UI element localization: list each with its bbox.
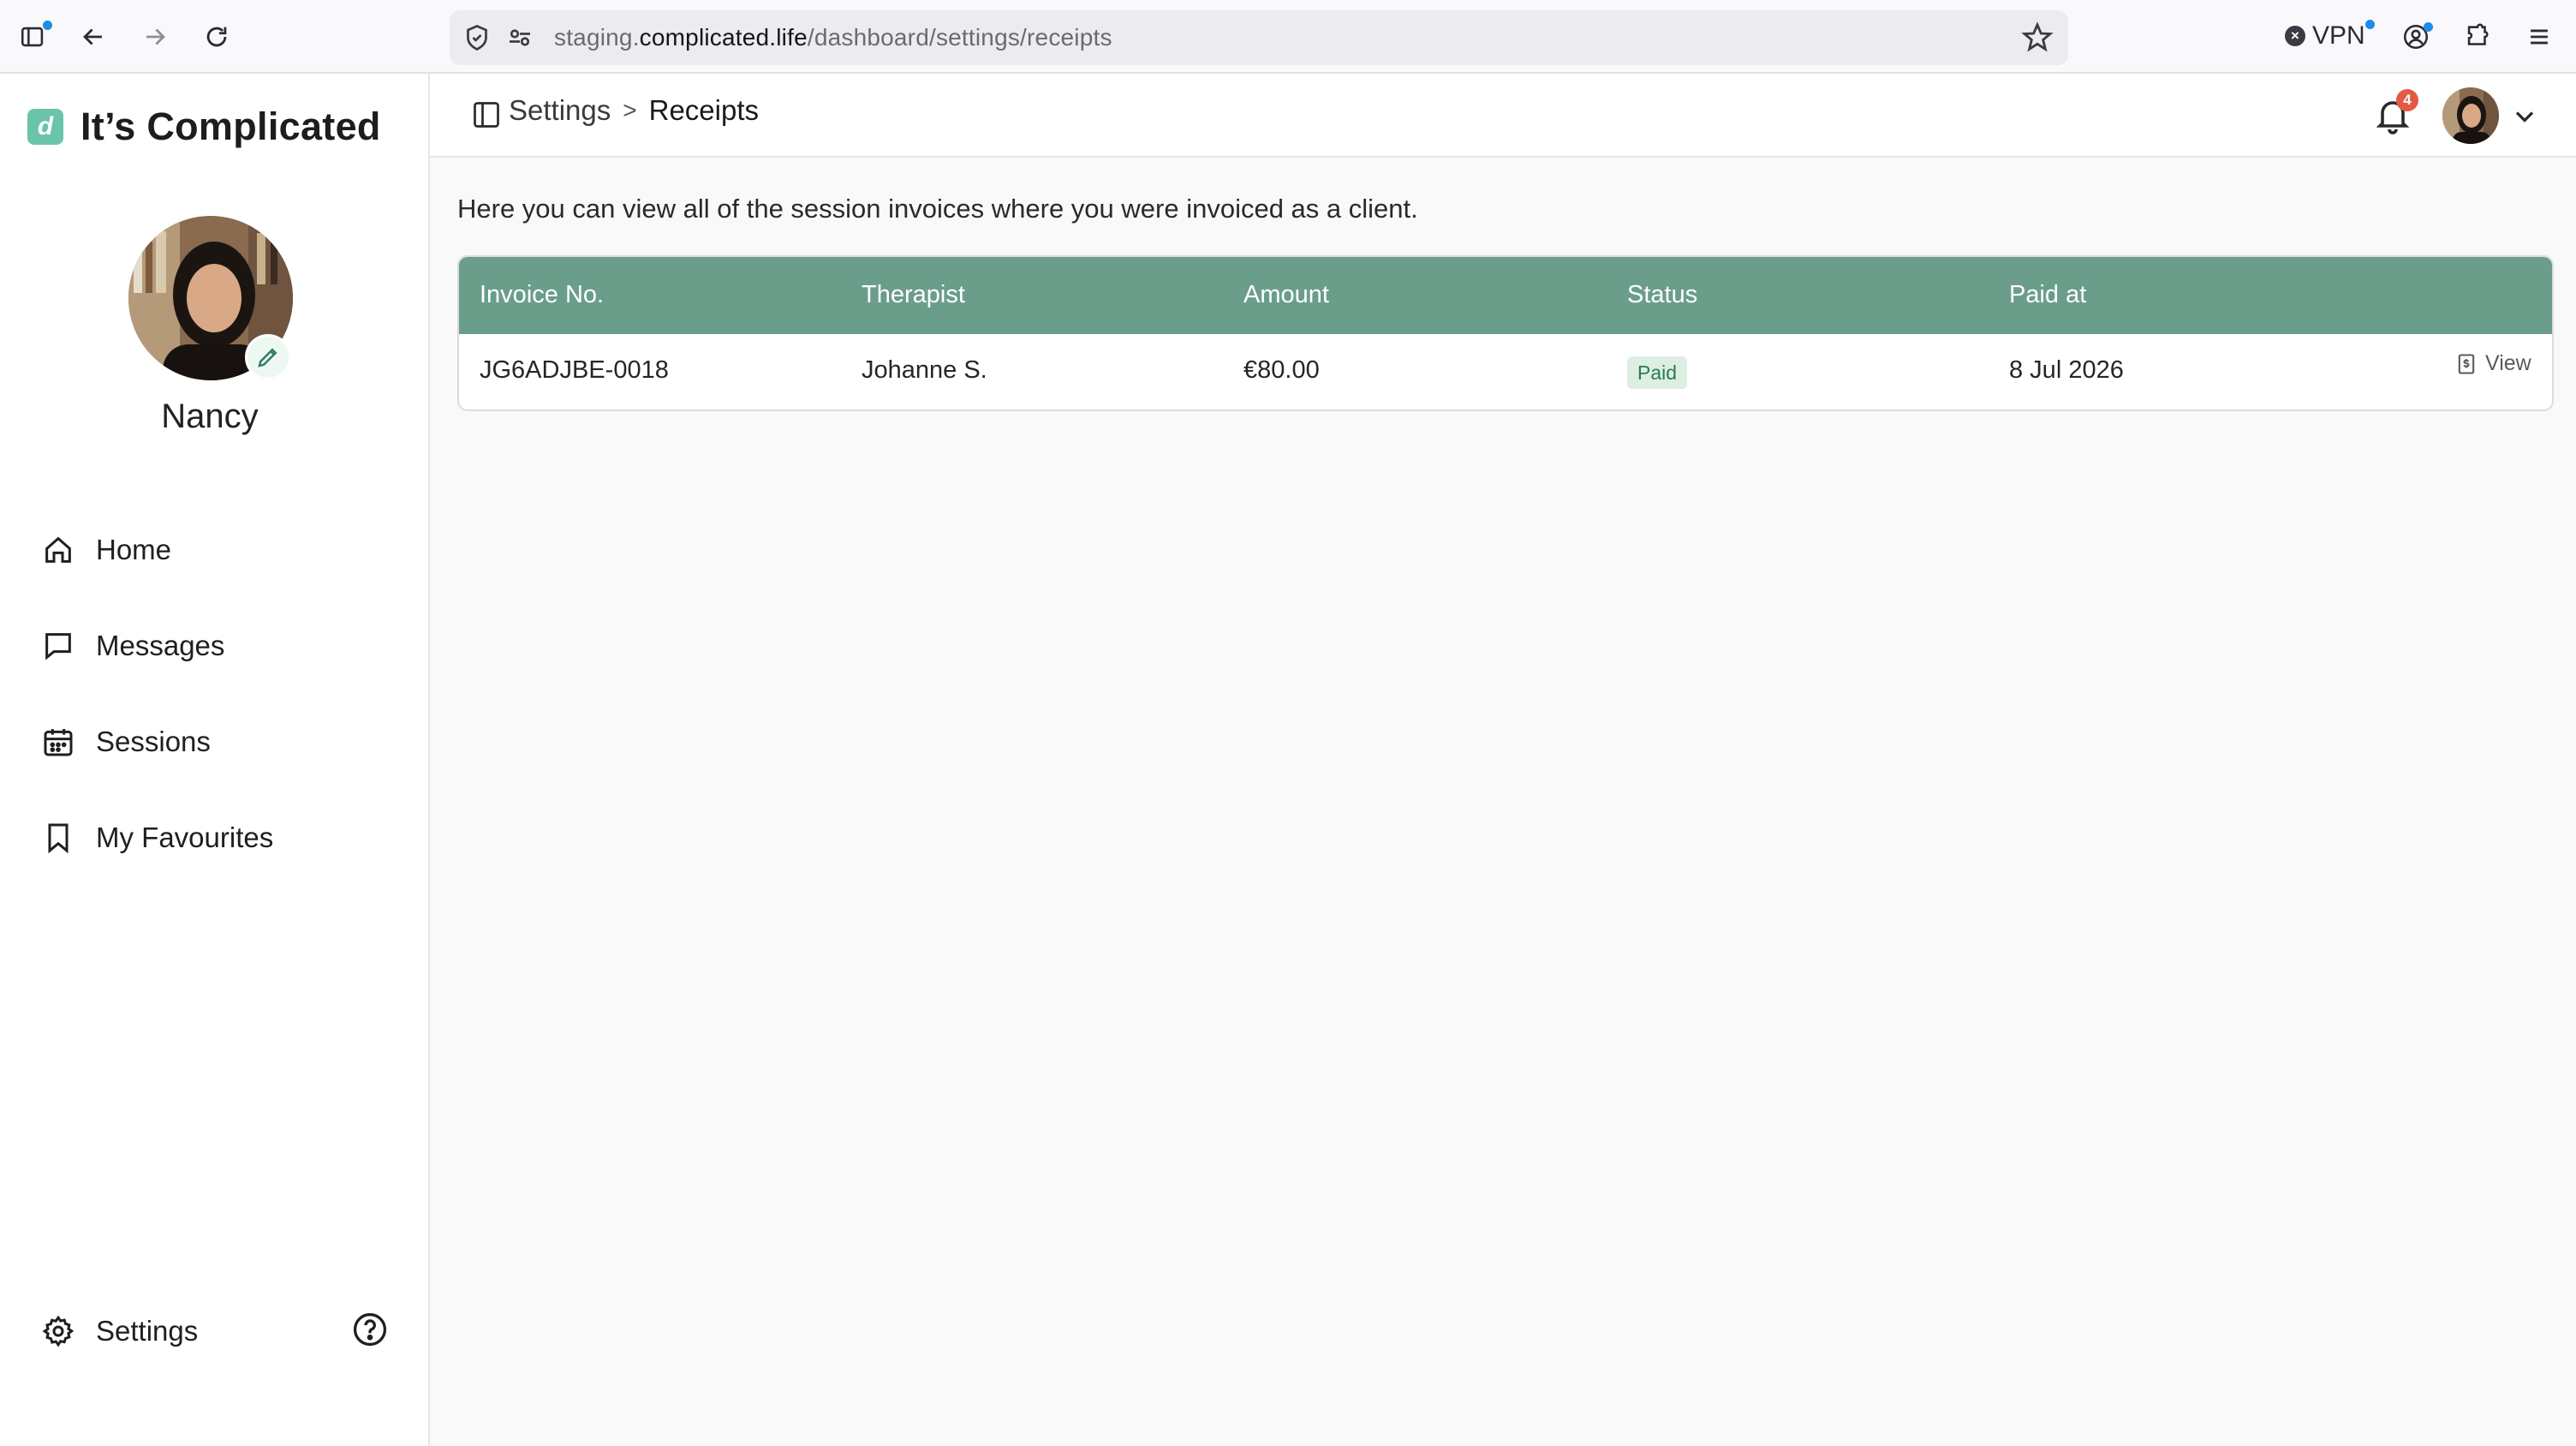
- breadcrumb-current: Receipts: [648, 94, 759, 126]
- column-header-status: Status: [1627, 281, 1698, 308]
- vpn-label: VPN: [2312, 21, 2365, 50]
- invoice-number: JG6ADJBE-0018: [480, 356, 669, 384]
- column-header-therapist: Therapist: [862, 281, 965, 308]
- bookmark-icon: [48, 823, 69, 854]
- sidebar-item-label: Settings: [96, 1315, 199, 1347]
- sidebar-item-label: Home: [96, 534, 172, 565]
- sidebar-item-messages[interactable]: Messages: [41, 620, 224, 672]
- gear-icon: [42, 1315, 75, 1347]
- profile-name: Nancy: [161, 397, 259, 435]
- breadcrumb: Settings > Receipts: [509, 94, 759, 127]
- invoice-amount: €80.00: [1243, 356, 1320, 384]
- browser-toolbar: staging.complicated.life/dashboard/setti…: [0, 0, 2576, 74]
- breadcrumb-settings[interactable]: Settings: [509, 94, 611, 127]
- vpn-button[interactable]: × VPN: [2285, 19, 2382, 53]
- therapist-name: Johanne S.: [862, 356, 987, 384]
- url-text[interactable]: staging.complicated.life/dashboard/setti…: [554, 24, 1112, 51]
- pencil-icon: [258, 348, 277, 367]
- notification-badge: 4: [2396, 89, 2418, 111]
- site-permissions-icon[interactable]: [504, 22, 535, 53]
- app-logo[interactable]: d It’s Complicated: [27, 105, 381, 149]
- extensions-icon[interactable]: [2458, 17, 2497, 57]
- toggle-sidebar-icon[interactable]: [471, 99, 502, 130]
- chevron-down-icon[interactable]: [2509, 101, 2540, 132]
- sidebar-item-label: My Favourites: [96, 822, 274, 853]
- help-icon[interactable]: [351, 1311, 389, 1348]
- app-name: It’s Complicated: [80, 105, 381, 148]
- sidebar-item-settings[interactable]: Settings: [41, 1306, 198, 1357]
- account-icon[interactable]: [2396, 17, 2436, 57]
- receipt-icon: [2458, 353, 2475, 374]
- sidebar-toggle-icon[interactable]: [14, 17, 53, 57]
- view-label: View: [2485, 351, 2531, 375]
- view-invoice-button[interactable]: View: [2454, 351, 2531, 376]
- main-header: Settings > Receipts 4: [430, 74, 2576, 158]
- sidebar: d It’s Complicated Nancy Home Messages S…: [0, 74, 430, 1446]
- forward-arrow-icon[interactable]: [135, 17, 175, 57]
- sidebar-item-favourites[interactable]: My Favourites: [41, 812, 273, 863]
- sidebar-item-home[interactable]: Home: [41, 524, 171, 576]
- user-avatar[interactable]: [2442, 87, 2499, 144]
- logo-mark: d: [27, 109, 63, 145]
- column-header-paid-at: Paid at: [2009, 281, 2087, 308]
- back-arrow-icon[interactable]: [74, 17, 113, 57]
- sidebar-item-label: Messages: [96, 630, 225, 661]
- breadcrumb-separator: >: [623, 97, 637, 123]
- table-header: Invoice No. Therapist Amount Status Paid…: [459, 257, 2552, 334]
- status-badge: Paid: [1627, 356, 1688, 389]
- invoices-table: Invoice No. Therapist Amount Status Paid…: [457, 255, 2554, 411]
- vpn-off-icon: ×: [2285, 26, 2305, 46]
- calendar-icon: [44, 729, 73, 756]
- bookmark-star-icon[interactable]: [2020, 21, 2054, 55]
- message-icon: [45, 633, 71, 660]
- column-header-amount: Amount: [1243, 281, 1329, 308]
- sidebar-item-label: Sessions: [96, 726, 211, 757]
- sidebar-item-sessions[interactable]: Sessions: [41, 716, 211, 768]
- menu-icon[interactable]: [2519, 17, 2559, 57]
- home-icon: [45, 536, 71, 563]
- paid-at-date: 8 Jul 2026: [2009, 356, 2124, 384]
- reload-icon[interactable]: [197, 17, 236, 57]
- edit-avatar-button[interactable]: [245, 334, 291, 380]
- address-bar[interactable]: staging.complicated.life/dashboard/setti…: [450, 10, 2068, 65]
- shield-icon[interactable]: [462, 22, 492, 53]
- column-header-invoice: Invoice No.: [480, 281, 605, 308]
- page-description: Here you can view all of the session inv…: [457, 194, 1418, 224]
